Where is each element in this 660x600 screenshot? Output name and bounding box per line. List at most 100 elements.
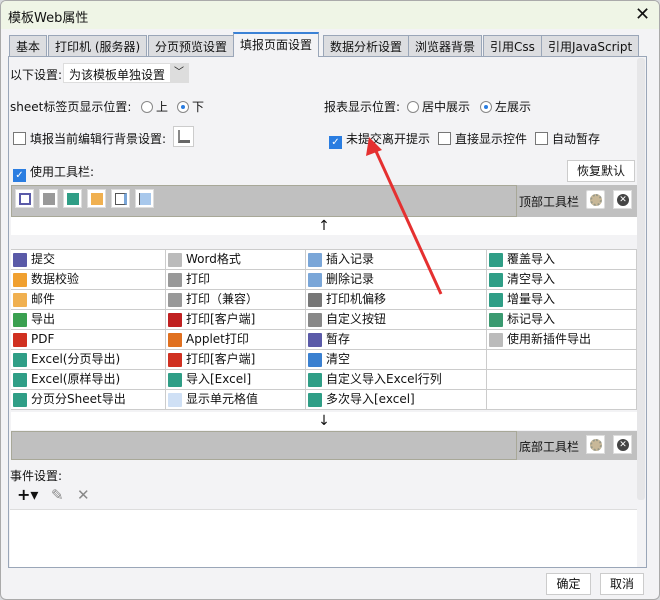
table-row: Excel(分页导出) 打印[客户端] 清空 (11, 350, 637, 370)
paint-bucket-button[interactable] (173, 126, 194, 147)
checkbox-label: 填报当前编辑行背景设置: (30, 132, 167, 146)
autosave-checkbox[interactable]: 自动暂存 (535, 130, 600, 147)
use-toolbar-checkbox[interactable]: ✓ 使用工具栏: (13, 163, 94, 182)
excel-icon (308, 393, 322, 407)
button-item[interactable]: 分页分Sheet导出 (11, 390, 166, 409)
tab-basic[interactable]: 基本 (9, 35, 48, 56)
tab-printer-server[interactable]: 打印机 (服务器) (48, 35, 148, 56)
print-icon (43, 193, 55, 205)
save-icon (19, 193, 31, 205)
top-toolbar-remove-button[interactable]: ✕ (613, 190, 632, 209)
bottom-toolbar-settings-button[interactable] (586, 435, 605, 454)
tab-css[interactable]: 引用Css (483, 35, 542, 56)
radio-left[interactable]: 左展示 (480, 98, 531, 115)
top-toolbar-drop-area[interactable] (11, 185, 517, 217)
button-item[interactable]: 提交 (11, 250, 166, 269)
button-item[interactable]: Word格式 (166, 250, 306, 269)
cell-icon (168, 393, 182, 407)
button-item[interactable]: 导入[Excel] (166, 370, 306, 389)
toolbar-insert-row-button[interactable] (111, 189, 130, 208)
move-down-arrow[interactable]: ↓ (11, 412, 637, 430)
pdf-icon (13, 333, 27, 347)
button-item[interactable]: 增量导入 (487, 290, 637, 309)
toolbar-print-button[interactable] (39, 189, 58, 208)
insert-row-icon (115, 193, 127, 205)
button-item[interactable]: Excel(分页导出) (11, 350, 166, 369)
temp-save-icon (308, 333, 322, 347)
radio-sheet-bottom[interactable]: 下 (177, 98, 204, 115)
checkbox-label: 自动暂存 (552, 132, 601, 146)
toolbar-excel-button[interactable] (63, 189, 82, 208)
word-icon (489, 333, 503, 347)
button-list: 提交 Word格式 插入记录 覆盖导入 数据校验 打印 删除记录 清空导入 邮件 打印（兼容） 打印… (11, 249, 637, 410)
button-item-label: 分页分Sheet导出 (31, 392, 126, 406)
button-item[interactable]: Applet打印 (166, 330, 306, 349)
toolbar-email-button[interactable] (87, 189, 106, 208)
edit-event-icon[interactable]: ✎ (51, 486, 64, 504)
table-row: PDF Applet打印 暂存 使用新插件导出 (11, 330, 637, 350)
button-item[interactable]: 覆盖导入 (487, 250, 637, 269)
cancel-button[interactable]: 取消 (600, 573, 644, 595)
button-item[interactable]: 删除记录 (306, 270, 487, 289)
button-item[interactable]: 打印[客户端] (166, 310, 306, 329)
restore-default-button[interactable]: 恢复默认 (567, 160, 635, 182)
toolbar-save-button[interactable] (15, 189, 34, 208)
excel-icon (13, 373, 27, 387)
ok-button[interactable]: 确定 (546, 573, 591, 595)
sheet-position-label: sheet标签页显示位置: (10, 100, 132, 114)
table-row: 邮件 打印（兼容） 打印机偏移 增量导入 (11, 290, 637, 310)
radio-center[interactable]: 居中展示 (407, 98, 470, 115)
tab-javascript[interactable]: 引用JavaScript (541, 35, 640, 56)
button-item-label: 自定义按钮 (326, 312, 387, 326)
button-item[interactable]: 清空 (306, 350, 487, 369)
button-item[interactable]: 清空导入 (487, 270, 637, 289)
button-item[interactable]: PDF (11, 330, 166, 349)
gear-icon (590, 439, 602, 451)
tab-data-analysis[interactable]: 数据分析设置 (323, 35, 410, 56)
row-bg-checkbox[interactable]: 填报当前编辑行背景设置: (13, 130, 166, 147)
unsubmitted-leave-checkbox[interactable]: ✓ 未提交离开提示 (329, 130, 430, 149)
button-item-label: 使用新插件导出 (507, 332, 592, 346)
events-list[interactable] (10, 509, 637, 567)
button-item[interactable]: 自定义按钮 (306, 310, 487, 329)
button-item[interactable]: 显示单元格值 (166, 390, 306, 409)
button-item-label: 清空导入 (507, 272, 556, 286)
button-item[interactable]: 插入记录 (306, 250, 487, 269)
bottom-toolbar-remove-button[interactable]: ✕ (613, 435, 632, 454)
table-row: 提交 Word格式 插入记录 覆盖导入 (11, 250, 637, 270)
toolbar-delete-row-button[interactable] (135, 189, 154, 208)
scrollbar[interactable] (637, 58, 645, 500)
tab-browser-background[interactable]: 浏览器背景 (408, 35, 483, 56)
button-item[interactable]: 自定义导入Excel行列 (306, 370, 487, 389)
button-item[interactable]: 使用新插件导出 (487, 330, 637, 349)
tab-page-preview[interactable]: 分页预览设置 (148, 35, 235, 56)
button-item[interactable]: 暂存 (306, 330, 487, 349)
button-item-label: PDF (31, 332, 55, 346)
button-item-label: 多次导入[excel] (326, 392, 415, 406)
button-item[interactable]: 打印机偏移 (306, 290, 487, 309)
button-item[interactable]: 标记导入 (487, 310, 637, 329)
radio-sheet-top[interactable]: 上 (141, 98, 168, 115)
button-item-label: 暂存 (326, 332, 351, 346)
move-up-arrow[interactable]: ↑ (11, 217, 637, 235)
scope-value: 为该模板单独设置 (69, 68, 166, 82)
delete-event-icon[interactable]: ✕ (77, 486, 90, 504)
button-item[interactable]: 邮件 (11, 290, 166, 309)
button-item[interactable]: 打印（兼容） (166, 290, 306, 309)
button-item[interactable]: 数据校验 (11, 270, 166, 289)
button-item[interactable]: 导出 (11, 310, 166, 329)
button-item[interactable]: 打印[客户端] (166, 350, 306, 369)
top-toolbar-settings-button[interactable] (586, 190, 605, 209)
button-item[interactable]: Excel(原样导出) (11, 370, 166, 389)
close-icon[interactable]: ✕ (635, 4, 650, 25)
direct-widget-checkbox[interactable]: 直接显示控件 (438, 130, 527, 147)
excel-icon (489, 273, 503, 287)
scope-select[interactable]: 为该模板单独设置 ﹀ (63, 63, 189, 83)
bottom-toolbar-drop-area[interactable] (11, 431, 517, 460)
button-item-label: 打印[客户端] (186, 312, 256, 326)
tab-fill-page[interactable]: 填报页面设置 (233, 32, 320, 57)
empty-cell (487, 370, 637, 389)
add-event-icon[interactable]: +▾ (17, 485, 38, 504)
button-item[interactable]: 多次导入[excel] (306, 390, 487, 409)
button-item[interactable]: 打印 (166, 270, 306, 289)
